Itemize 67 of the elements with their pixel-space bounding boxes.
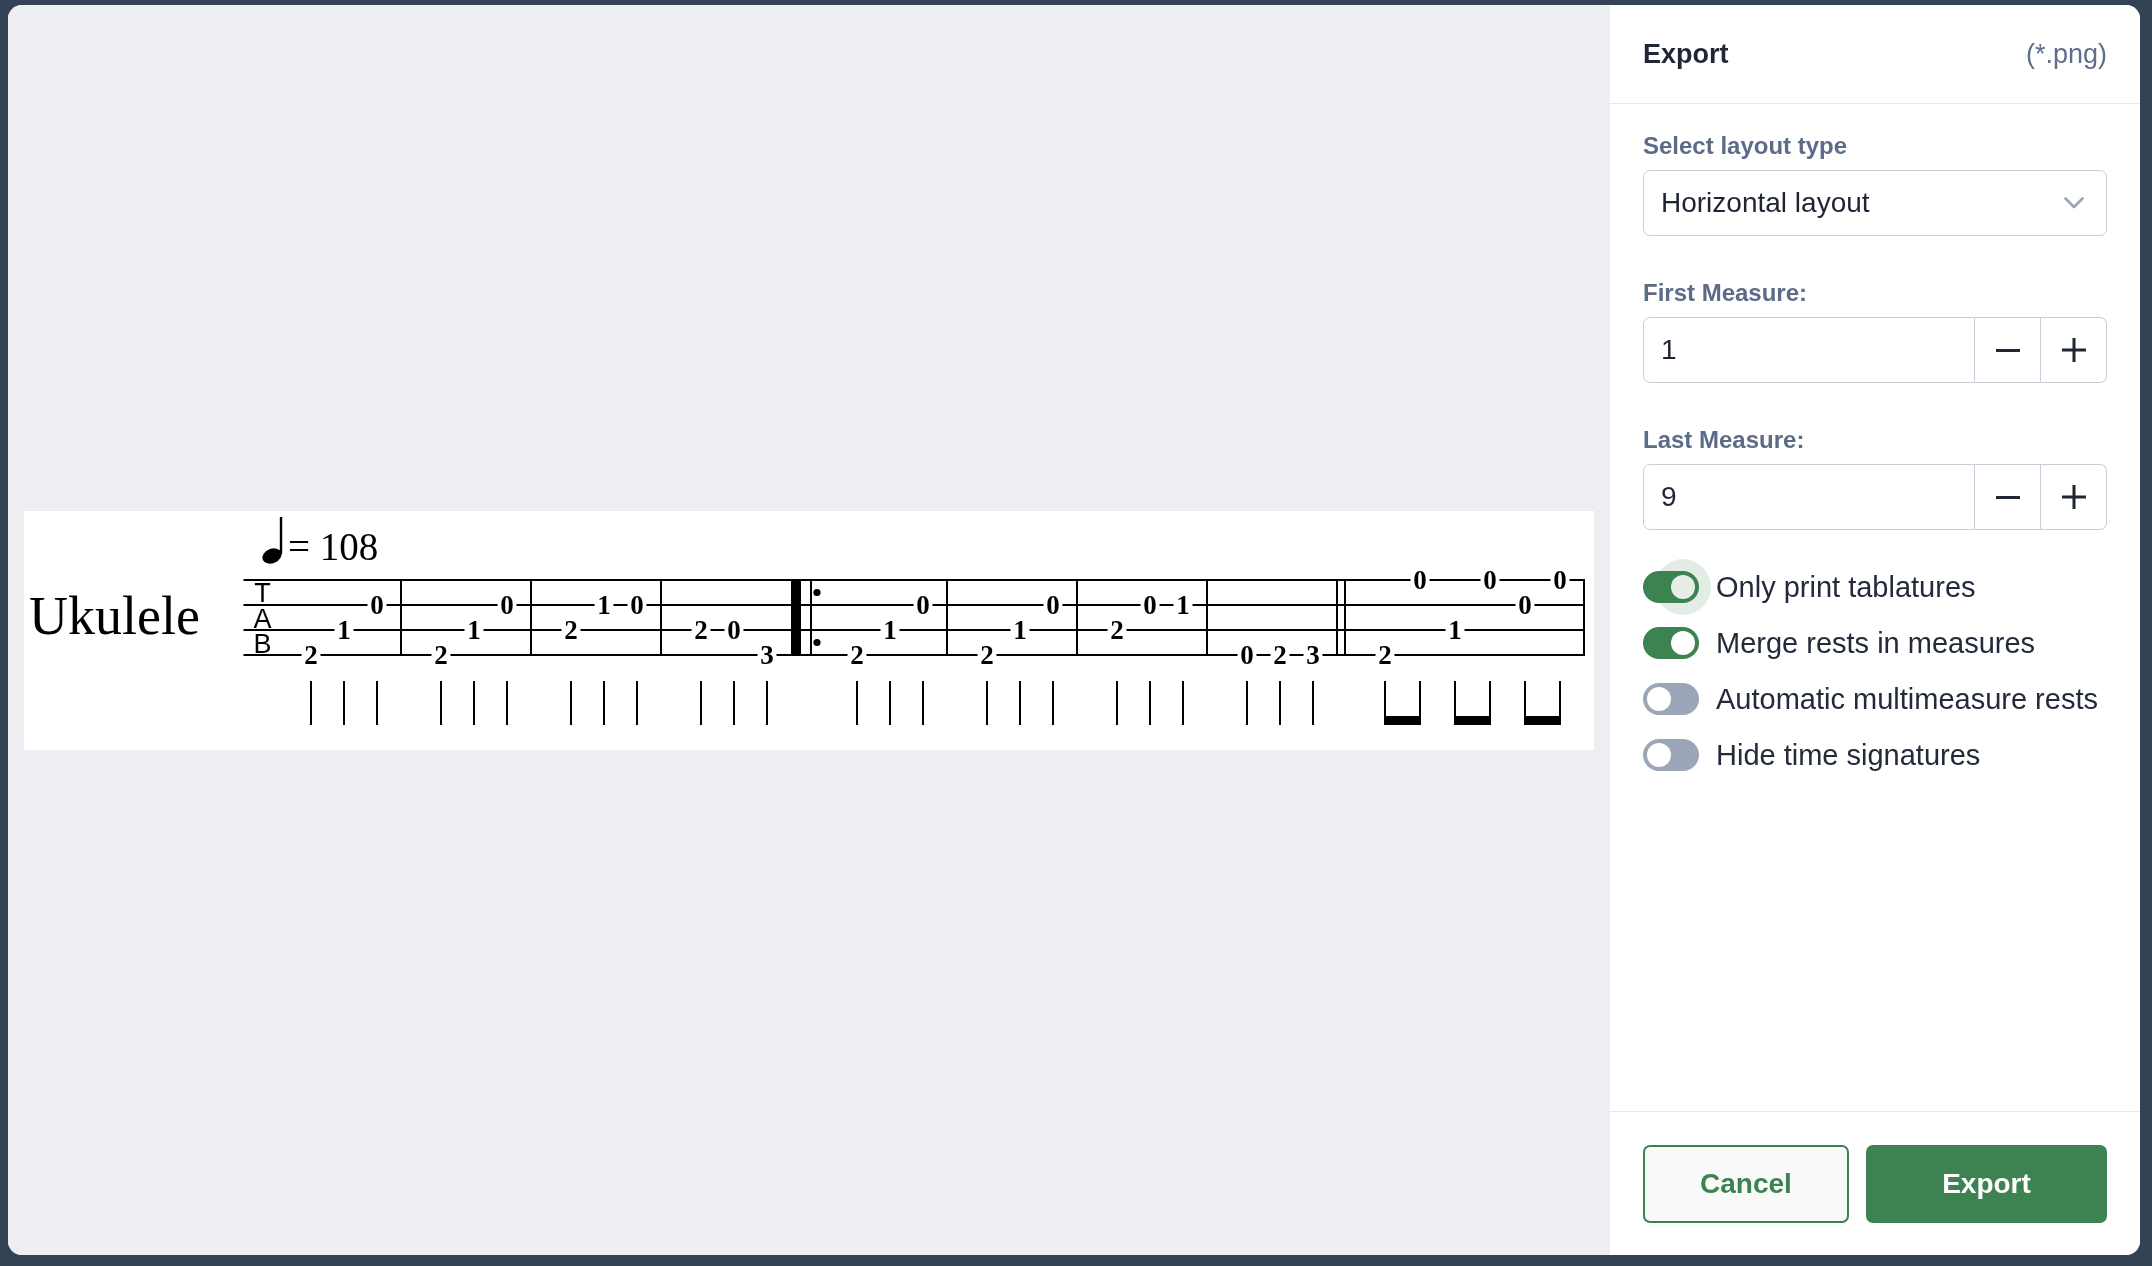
toggle-label[interactable]: Merge rests in measures: [1716, 626, 2036, 660]
fret-number: 2: [304, 639, 318, 670]
fret-number: 3: [760, 639, 774, 670]
fret-number: 1: [467, 614, 481, 645]
rhythm-stems: [1116, 679, 1184, 726]
fret-number: 2: [1110, 614, 1124, 645]
fret-number: 0: [1046, 589, 1060, 620]
fret-number: 2: [980, 639, 994, 670]
increment-button[interactable]: [2041, 464, 2107, 530]
fret-number: 2: [1273, 639, 1287, 670]
fret-number: 0: [1518, 589, 1532, 620]
toggle-switch[interactable]: [1643, 571, 1699, 603]
file-format-label: (*.png): [2025, 38, 2107, 70]
rhythm-stems: [570, 679, 638, 726]
plus-icon: [2061, 485, 2086, 509]
fret-number: 0: [727, 614, 741, 645]
tempo-marking: = 108: [288, 524, 379, 568]
fret-number: 1: [597, 589, 611, 620]
fret-number: 1: [1013, 614, 1027, 645]
chevron-down-icon: [2064, 197, 2084, 209]
export-button[interactable]: Export: [1866, 1145, 2107, 1223]
cancel-button[interactable]: Cancel: [1643, 1145, 1849, 1223]
measure-input[interactable]: 1: [1643, 317, 1975, 383]
minus-icon: [1995, 495, 2020, 499]
toggle-label[interactable]: Hide time signatures: [1716, 738, 1981, 772]
fret-number: 0: [1240, 639, 1254, 670]
toggle-label[interactable]: Only print tablatures: [1716, 570, 1976, 604]
instrument-name: Ukulele: [29, 585, 200, 645]
toggle-switch[interactable]: [1643, 683, 1699, 715]
field-label: Select layout type: [1643, 131, 1848, 160]
fret-number: 0: [1413, 564, 1427, 595]
rhythm-stems: [700, 679, 768, 726]
fret-number: 1: [1176, 589, 1190, 620]
measure-input[interactable]: 9: [1643, 464, 1975, 530]
fret-number: 0: [1553, 564, 1567, 595]
layout-select[interactable]: Horizontal layout: [1643, 170, 2107, 236]
toggle-switch[interactable]: [1643, 739, 1699, 771]
toggle-switch[interactable]: [1643, 627, 1699, 659]
rhythm-stems: [1246, 679, 1314, 726]
quarter-note-icon: [262, 516, 283, 564]
rhythm-stems: [856, 679, 924, 726]
rhythm-stems: [310, 679, 378, 726]
rhythm-stems: [440, 679, 508, 726]
increment-button[interactable]: [2041, 317, 2107, 383]
fret-number: 2: [1378, 639, 1392, 670]
fret-number: 0: [1483, 564, 1497, 595]
toggle-label[interactable]: Automatic multimeasure rests: [1716, 682, 2098, 716]
field-label: First Measure:: [1643, 278, 1808, 307]
fret-number: 0: [500, 589, 514, 620]
fret-number: 1: [337, 614, 351, 645]
fret-number: 0: [370, 589, 384, 620]
fret-number: 2: [434, 639, 448, 670]
fret-number: 2: [694, 614, 708, 645]
plus-icon: [2061, 338, 2086, 362]
fret-number: 0: [630, 589, 644, 620]
tab-clef: TAB: [253, 577, 272, 659]
fret-number: 1: [883, 614, 897, 645]
field-label: Last Measure:: [1643, 425, 1805, 454]
fret-number: 3: [1306, 639, 1320, 670]
fret-number: 2: [564, 614, 578, 645]
fret-number: 2: [850, 639, 864, 670]
rhythm-stems: [986, 679, 1054, 726]
panel-title: Export: [1643, 38, 1729, 70]
fret-number: 0: [916, 589, 930, 620]
fret-number: 1: [1448, 614, 1462, 645]
minus-icon: [1995, 348, 2020, 352]
fret-number: 0: [1143, 589, 1157, 620]
